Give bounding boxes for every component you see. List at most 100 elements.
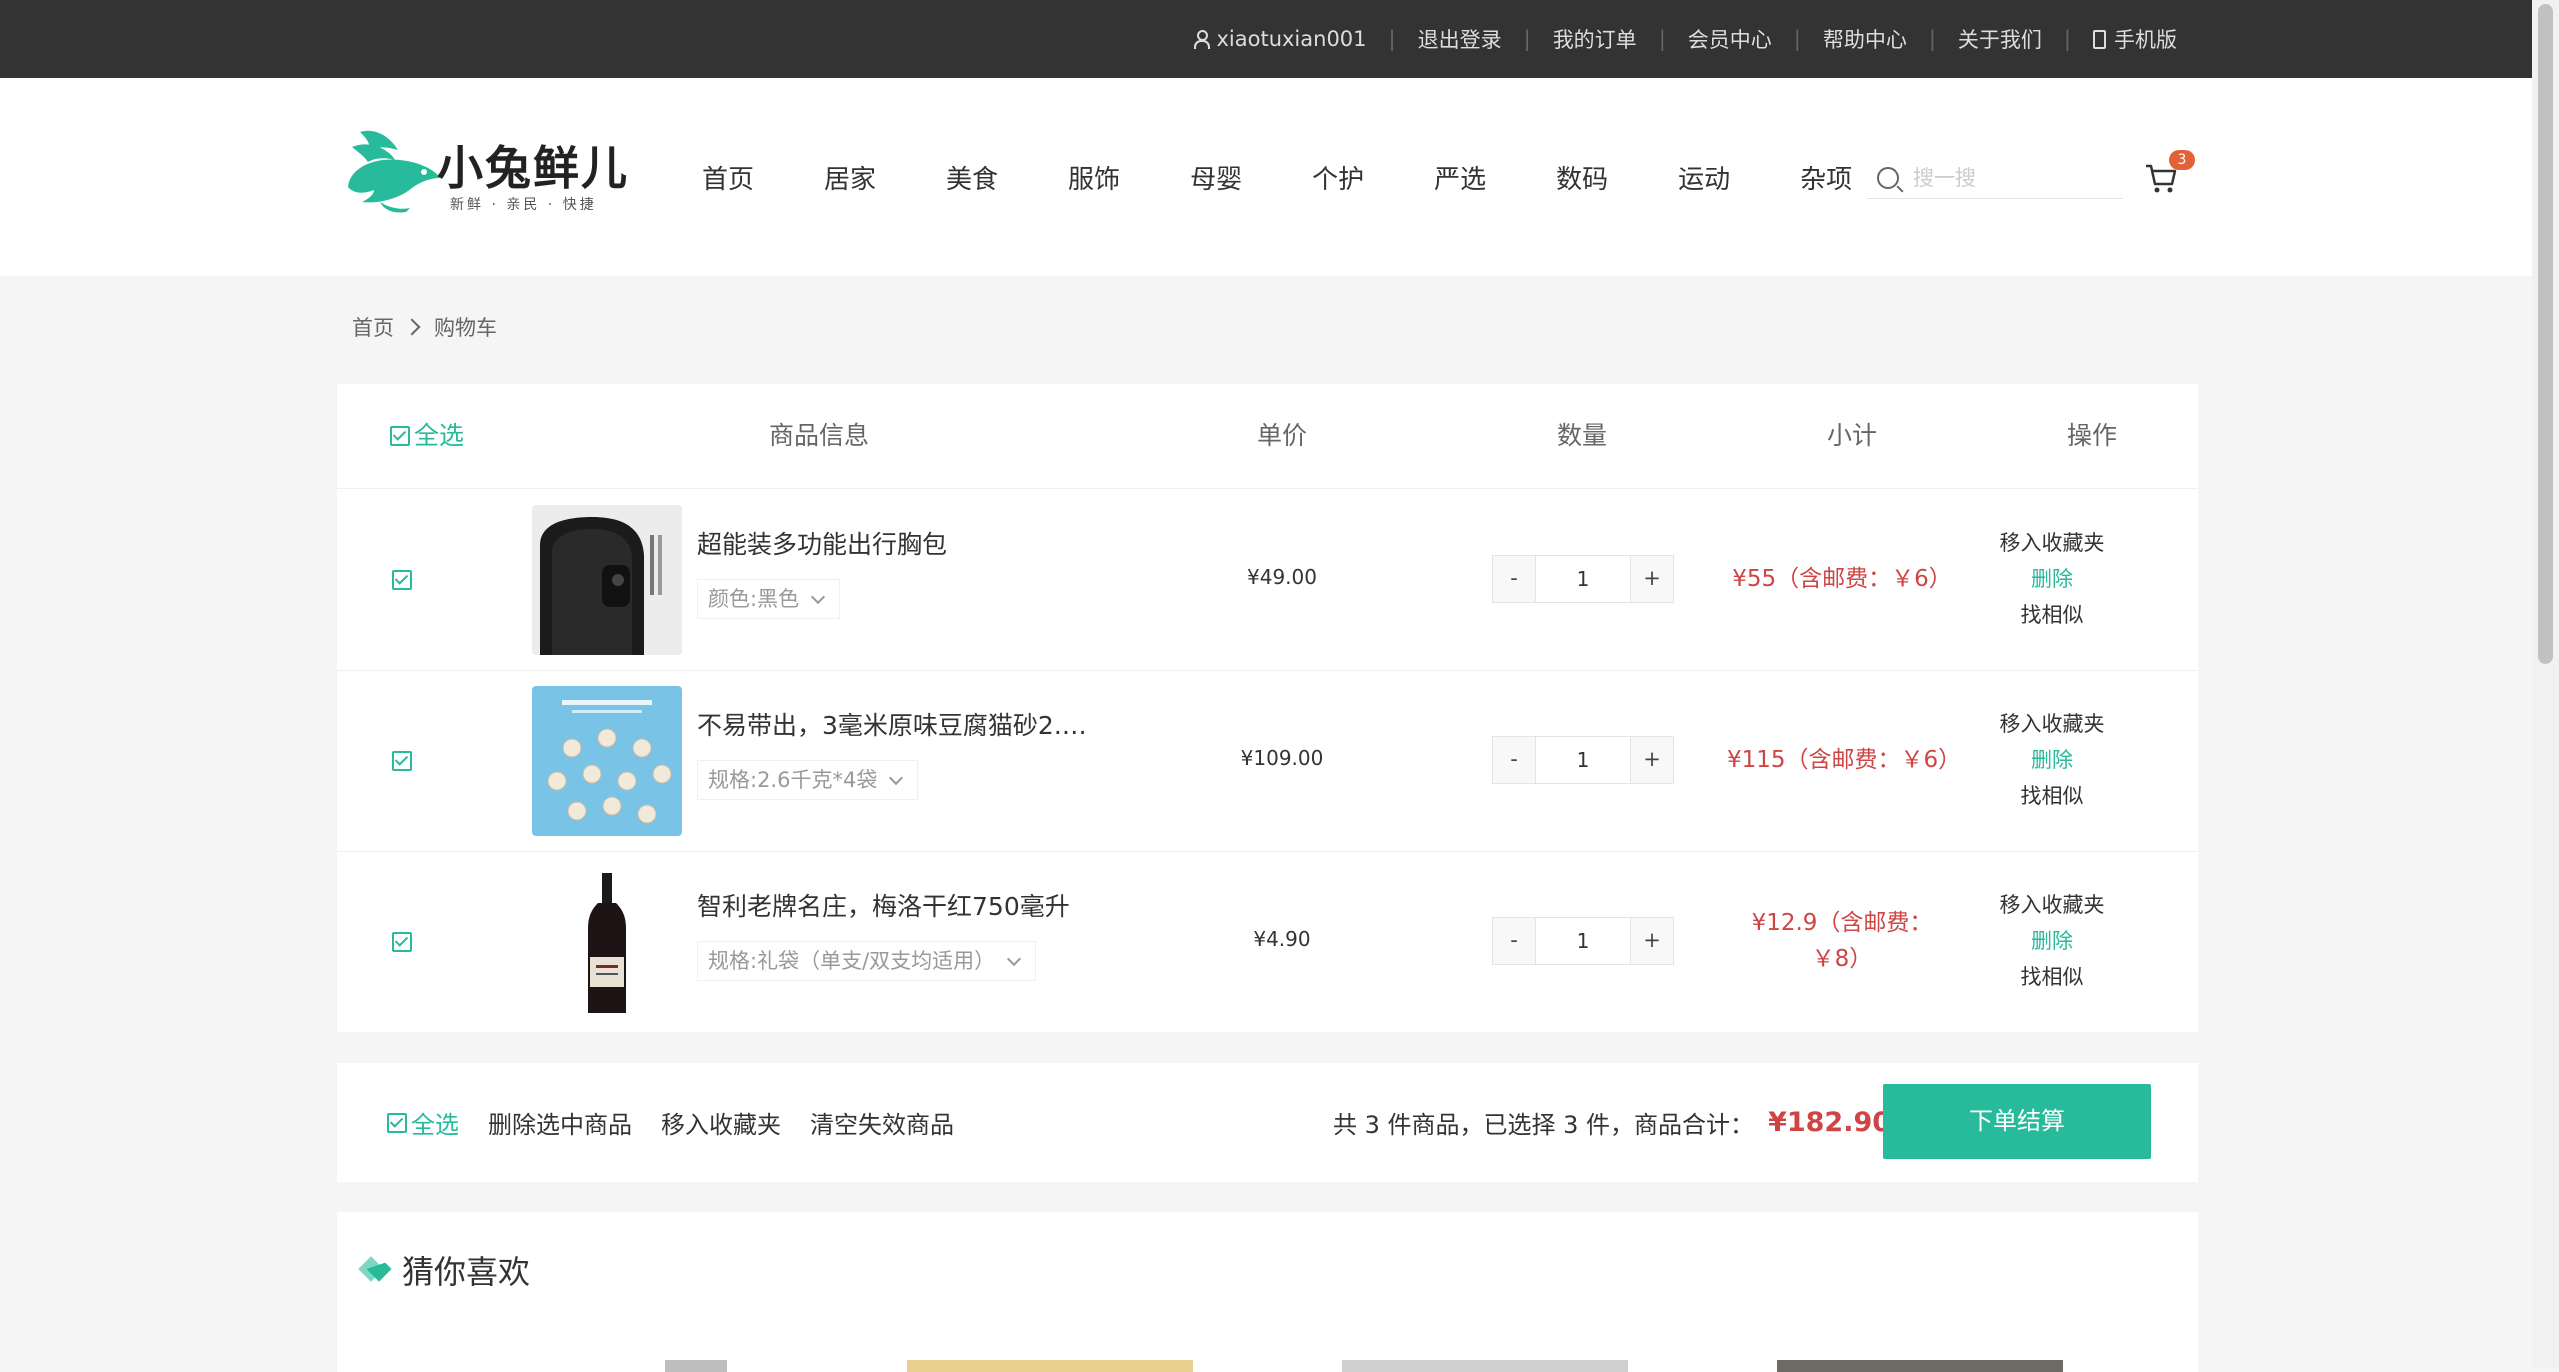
recommend-product-image[interactable] [1777, 1360, 2063, 1372]
spec-dropdown[interactable]: 规格:礼袋（单支/双支均适用） [697, 941, 1037, 981]
my-orders-link[interactable]: 我的订单 [1553, 24, 1637, 54]
table-header: 全选 商品信息 单价 数量 小计 操作 [337, 384, 2198, 489]
unit-price: ¥49.00 [1247, 565, 1317, 589]
delete-link[interactable]: 删除 [1997, 742, 2107, 778]
delete-link[interactable]: 删除 [1997, 923, 2107, 959]
help-center-link[interactable]: 帮助中心 [1823, 24, 1907, 54]
clear-invalid-button[interactable]: 清空失效商品 [810, 1105, 954, 1140]
scrollbar-thumb[interactable] [2538, 4, 2553, 664]
increase-button[interactable]: + [1631, 737, 1673, 783]
decrease-button[interactable]: - [1493, 556, 1535, 602]
find-similar-link[interactable]: 找相似 [1997, 959, 2107, 995]
cart-table: 全选 商品信息 单价 数量 小计 操作 超能装多功能出行胸包 颜色:黑色 ¥49… [337, 384, 2198, 1032]
site-logo[interactable]: 小兔鲜儿 新鲜 · 亲民 · 快捷 [340, 112, 640, 222]
diamond-icon [362, 1257, 388, 1283]
checkout-button[interactable]: 下单结算 [1883, 1084, 2151, 1159]
quantity-input[interactable]: 1 [1535, 556, 1631, 602]
chest-bag-image [532, 505, 682, 655]
top-bar: xiaotuxian001 | 退出登录 | 我的订单 | 会员中心 | 帮助中… [0, 0, 2532, 78]
divider: | [1658, 27, 1666, 51]
move-to-favorites-link[interactable]: 移入收藏夹 [1997, 706, 2107, 742]
chevron-right-icon [403, 318, 421, 336]
row-subtotal-line: ￥8） [1811, 946, 1873, 972]
header-unit-price: 单价 [1257, 421, 1308, 450]
quantity-input[interactable]: 1 [1535, 918, 1631, 964]
page-scrollbar[interactable] [2532, 0, 2559, 1368]
nav-item-sports[interactable]: 运动 [1678, 159, 1730, 196]
summary-text: 共 3 件商品，已选择 3 件，商品合计： [1333, 1111, 1755, 1139]
phone-icon [2093, 29, 2106, 49]
cart-count-badge: 3 [2169, 150, 2195, 170]
product-name[interactable]: 不易带出，3毫米原味豆腐猫砂2.6千克*4袋 [697, 706, 1092, 742]
search-box [1867, 158, 2123, 199]
spec-dropdown[interactable]: 颜色:黑色 [697, 579, 841, 619]
delete-link[interactable]: 删除 [1997, 561, 2107, 597]
logout-link[interactable]: 退出登录 [1418, 24, 1502, 54]
member-center-link[interactable]: 会员中心 [1688, 24, 1772, 54]
mobile-version-link[interactable]: 手机版 [2093, 24, 2177, 54]
product-name[interactable]: 超能装多功能出行胸包 [697, 525, 1092, 561]
product-name[interactable]: 智利老牌名庄，梅洛干红750毫升 [697, 887, 1092, 923]
search-icon[interactable] [1877, 167, 1899, 189]
nav-item-home[interactable]: 首页 [702, 159, 754, 196]
breadcrumb-cart: 购物车 [434, 316, 497, 340]
move-to-favorites-button[interactable]: 移入收藏夹 [661, 1105, 781, 1140]
increase-button[interactable]: + [1631, 556, 1673, 602]
decrease-button[interactable]: - [1493, 918, 1535, 964]
site-header: 小兔鲜儿 新鲜 · 亲民 · 快捷 首页 居家 美食 服饰 母婴 个护 严选 数… [0, 78, 2532, 276]
user-account-link[interactable]: xiaotuxian001 [1194, 27, 1367, 51]
select-all-checkbox[interactable]: 全选 [390, 384, 464, 488]
search-input[interactable] [1911, 165, 2115, 191]
row-checkbox[interactable] [392, 932, 412, 952]
about-us-link[interactable]: 关于我们 [1958, 24, 2042, 54]
move-to-favorites-link[interactable]: 移入收藏夹 [1997, 525, 2107, 561]
find-similar-link[interactable]: 找相似 [1997, 778, 2107, 814]
nav-item-selected[interactable]: 严选 [1434, 159, 1486, 196]
row-checkbox[interactable] [392, 570, 412, 590]
logo-slogan: 新鲜 · 亲民 · 快捷 [450, 197, 597, 213]
nav-item-personal-care[interactable]: 个护 [1312, 159, 1364, 196]
find-similar-link[interactable]: 找相似 [1997, 597, 2107, 633]
nav-item-digital[interactable]: 数码 [1556, 159, 1608, 196]
increase-button[interactable]: + [1631, 918, 1673, 964]
recommend-title-text: 猜你喜欢 [402, 1253, 531, 1291]
nav-item-misc[interactable]: 杂项 [1800, 159, 1852, 196]
product-image[interactable] [532, 686, 682, 836]
table-row: 不易带出，3毫米原味豆腐猫砂2.6千克*4袋 规格:2.6千克*4袋 ¥109.… [337, 670, 2198, 852]
recommend-product-image[interactable] [1342, 1360, 1628, 1372]
mobile-version-label: 手机版 [2114, 28, 2177, 52]
cart-button[interactable]: 3 [2143, 150, 2195, 200]
user-icon [1194, 30, 1211, 49]
top-nav: xiaotuxian001 | 退出登录 | 我的订单 | 会员中心 | 帮助中… [1194, 0, 2177, 78]
rabbit-logo-icon [348, 130, 440, 213]
delete-selected-button[interactable]: 删除选中商品 [488, 1105, 632, 1140]
quantity-stepper: - 1 + [1492, 555, 1674, 603]
header-quantity: 数量 [1557, 421, 1608, 450]
nav-item-food[interactable]: 美食 [946, 159, 998, 196]
table-row: 超能装多功能出行胸包 颜色:黑色 ¥49.00 - 1 + ¥55（含邮费：￥6… [337, 489, 2198, 671]
product-image[interactable] [532, 867, 682, 1017]
breadcrumb-home[interactable]: 首页 [352, 312, 394, 342]
quantity-input[interactable]: 1 [1535, 737, 1631, 783]
order-summary: 共 3 件商品，已选择 3 件，商品合计： ¥182.90 [1333, 1063, 1891, 1182]
decrease-button[interactable]: - [1493, 737, 1535, 783]
row-checkbox[interactable] [392, 751, 412, 771]
product-image[interactable] [532, 505, 682, 655]
row-subtotal: ¥115（含邮费：￥6） [1727, 747, 1962, 773]
select-all-checkbox[interactable]: 全选 [387, 1105, 459, 1140]
quantity-stepper: - 1 + [1492, 736, 1674, 784]
wine-bottle-image [532, 867, 682, 1017]
move-to-favorites-link[interactable]: 移入收藏夹 [1997, 887, 2107, 923]
quantity-stepper: - 1 + [1492, 917, 1674, 965]
divider: | [1793, 27, 1801, 51]
row-subtotal: ¥55（含邮费：￥6） [1732, 566, 1952, 592]
nav-item-baby[interactable]: 母婴 [1190, 159, 1242, 196]
recommend-product-image[interactable] [907, 1360, 1193, 1372]
nav-item-home-living[interactable]: 居家 [824, 159, 876, 196]
spec-dropdown[interactable]: 规格:2.6千克*4袋 [697, 760, 919, 800]
recommend-product-image[interactable] [665, 1360, 727, 1372]
nav-item-apparel[interactable]: 服饰 [1068, 159, 1120, 196]
cart-action-bar: 全选 删除选中商品 移入收藏夹 清空失效商品 共 3 件商品，已选择 3 件，商… [337, 1063, 2198, 1182]
total-amount: ¥182.90 [1768, 1107, 1892, 1138]
cat-litter-image [532, 686, 682, 836]
